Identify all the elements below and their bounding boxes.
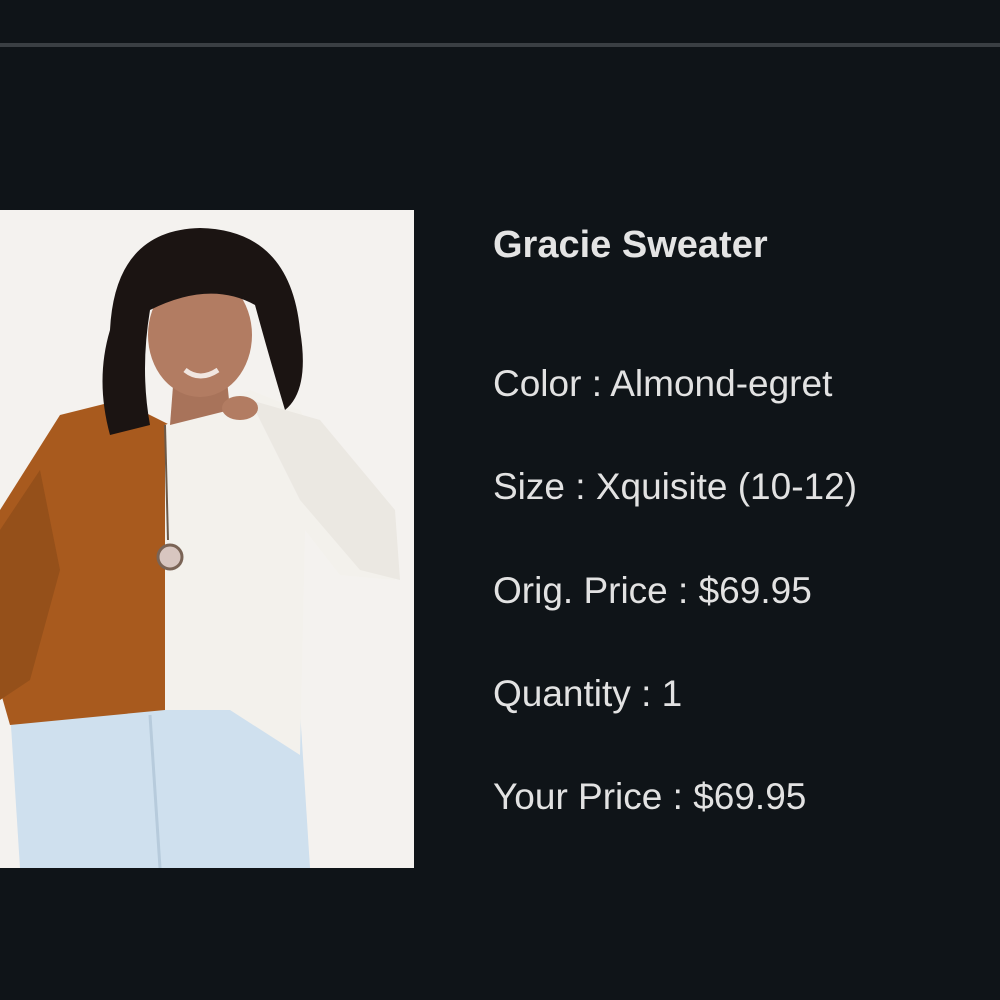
attribute-quantity: Quantity : 1 — [493, 672, 682, 716]
top-bar — [0, 0, 1000, 43]
attribute-separator: : — [581, 363, 611, 404]
attribute-value: Xquisite (10-12) — [595, 466, 858, 507]
attribute-separator: : — [662, 776, 694, 817]
attribute-label: Orig. Price — [493, 570, 668, 611]
attribute-value: Almond-egret — [610, 363, 833, 404]
attribute-label: Color — [493, 363, 582, 404]
attribute-size: Size : Xquisite (10-12) — [493, 465, 857, 509]
attribute-value: $69.95 — [693, 776, 807, 817]
attribute-value: $69.95 — [698, 570, 812, 611]
attribute-original-price: Orig. Price : $69.95 — [493, 569, 812, 613]
product-name: Gracie Sweater — [493, 224, 768, 266]
attribute-separator: : — [564, 466, 596, 507]
attribute-label: Size — [493, 466, 565, 507]
attribute-your-price: Your Price : $69.95 — [493, 775, 806, 819]
attribute-color: Color : Almond-egret — [493, 362, 832, 406]
product-details: Gracie Sweater Color : Almond-egret Size… — [493, 222, 973, 817]
attribute-label: Your Price — [493, 776, 663, 817]
attribute-separator: : — [630, 673, 662, 714]
divider — [0, 43, 1000, 47]
order-item-page: Gracie Sweater Color : Almond-egret Size… — [0, 0, 1000, 1000]
attribute-label: Quantity — [493, 673, 631, 714]
product-photo-illustration — [0, 210, 414, 868]
product-image[interactable] — [0, 210, 414, 868]
attribute-value: 1 — [661, 673, 683, 714]
attribute-separator: : — [667, 570, 699, 611]
